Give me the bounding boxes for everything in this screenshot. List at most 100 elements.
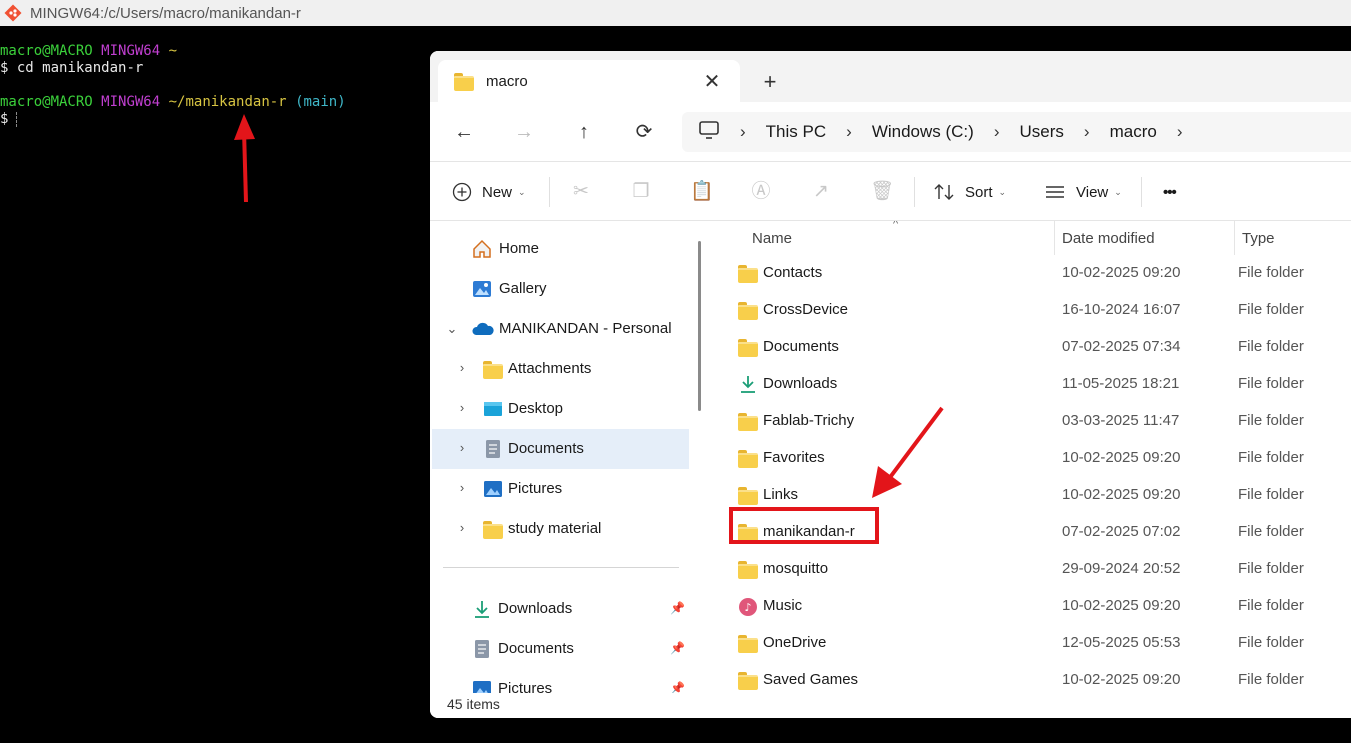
file-row[interactable]: Fablab-Trichy 03-03-2025 11:47 File folder — [710, 403, 1351, 440]
folder-icon — [738, 339, 758, 357]
new-button[interactable]: New ⌄ — [452, 162, 526, 222]
nav-item-gallery[interactable]: Gallery — [432, 269, 689, 309]
pin-icon[interactable]: 📌 — [670, 681, 685, 693]
file-row[interactable]: OneDrive 12-05-2025 05:53 File folder — [710, 625, 1351, 662]
file-row[interactable]: CrossDevice 16-10-2024 16:07 File folder — [710, 292, 1351, 329]
file-date-modified: 07-02-2025 07:34 — [1062, 338, 1181, 355]
nav-item-attachments[interactable]: › Attachments — [432, 349, 689, 389]
file-row[interactable]: Downloads 11-05-2025 18:21 File folder — [710, 366, 1351, 403]
chevron-right-icon[interactable]: › — [455, 400, 469, 415]
refresh-button[interactable]: ⟳ — [632, 120, 656, 144]
close-tab-button[interactable]: ✕ — [700, 69, 724, 94]
quick-access-pictures[interactable]: Pictures 📌 — [432, 669, 689, 693]
breadcrumb-macro[interactable]: macro — [1110, 122, 1157, 142]
sort-button[interactable]: Sort ⌄ — [933, 162, 1006, 222]
nav-divider — [443, 567, 679, 568]
up-button[interactable]: ↑ — [572, 120, 596, 144]
nav-item-pictures[interactable]: › Pictures — [432, 469, 689, 509]
paste-icon: 📋 — [690, 181, 714, 202]
quick-access-downloads[interactable]: Downloads 📌 — [432, 589, 689, 629]
nav-item-onedrive-personal[interactable]: ⌄ MANIKANDAN - Personal — [432, 309, 689, 349]
folder-icon — [738, 672, 758, 690]
file-row[interactable]: mosquitto 29-09-2024 20:52 File folder — [710, 551, 1351, 588]
tab-macro[interactable]: macro ✕ — [438, 60, 740, 102]
file-row[interactable]: Documents 07-02-2025 07:34 File folder — [710, 329, 1351, 366]
chevron-down-icon: ⌄ — [518, 186, 526, 197]
address-bar[interactable]: › This PC › Windows (C:) › Users › macro… — [682, 112, 1351, 152]
pictures-icon — [484, 481, 502, 497]
view-button[interactable]: View ⌄ — [1044, 162, 1122, 222]
terminal-cursor — [16, 111, 18, 127]
copy-button[interactable]: ❐ — [630, 162, 652, 222]
file-name: Saved Games — [763, 671, 859, 688]
folder-icon — [738, 561, 758, 579]
breadcrumb-users[interactable]: Users — [1020, 122, 1064, 142]
forward-button[interactable]: → — [512, 120, 536, 144]
file-row[interactable]: Favorites 10-02-2025 09:20 File folder — [710, 440, 1351, 477]
chevron-right-icon[interactable]: › — [1177, 122, 1183, 142]
file-date-modified: 11-05-2025 18:21 — [1062, 375, 1180, 392]
trash-icon: 🗑 — [870, 181, 895, 202]
chevron-right-icon[interactable]: › — [455, 480, 469, 495]
navigation-bar: ← → ↑ ⟳ › This PC › Windows (C:) › Users… — [430, 102, 1351, 160]
file-row[interactable]: Saved Games 10-02-2025 09:20 File folder — [710, 662, 1351, 693]
toolbar-divider — [549, 177, 550, 207]
pin-icon[interactable]: 📌 — [670, 601, 685, 615]
file-type: File folder — [1238, 671, 1304, 688]
breadcrumb-this-pc[interactable]: This PC — [766, 122, 826, 142]
nav-item-study-material[interactable]: › study material — [432, 509, 689, 549]
file-type: File folder — [1238, 338, 1304, 355]
chevron-right-icon[interactable]: › — [455, 440, 469, 455]
rename-button[interactable]: Ⓐ — [750, 162, 772, 222]
file-date-modified: 10-02-2025 09:20 — [1062, 449, 1181, 466]
chevron-down-icon[interactable]: ⌄ — [445, 321, 459, 337]
plus-circle-icon — [452, 182, 472, 202]
column-header-name[interactable]: Name — [752, 221, 792, 255]
file-date-modified: 10-02-2025 09:20 — [1062, 597, 1181, 614]
desktop-icon — [484, 402, 502, 416]
folder-icon — [483, 521, 503, 539]
file-date-modified: 10-02-2025 09:20 — [1062, 264, 1181, 281]
share-icon: ↗ — [813, 181, 829, 202]
view-label: View — [1076, 183, 1109, 201]
folder-icon — [738, 450, 758, 468]
download-icon — [475, 601, 489, 618]
file-name: Music — [763, 597, 803, 614]
file-row[interactable]: ♪ Music 10-02-2025 09:20 File folder — [710, 588, 1351, 625]
column-divider[interactable] — [1054, 221, 1055, 255]
nav-item-documents[interactable]: › Documents — [432, 429, 689, 469]
file-date-modified: 07-02-2025 07:02 — [1062, 523, 1181, 540]
folder-icon — [738, 635, 758, 653]
file-type: File folder — [1238, 375, 1304, 392]
file-type: File folder — [1238, 486, 1304, 503]
column-header-type[interactable]: Type — [1242, 221, 1275, 255]
cut-button[interactable]: ✂ — [570, 162, 592, 222]
chevron-right-icon[interactable]: › — [455, 360, 469, 375]
share-button[interactable]: ↗ — [810, 162, 832, 222]
file-row[interactable]: Contacts 10-02-2025 09:20 File folder — [710, 255, 1351, 292]
pin-icon[interactable]: 📌 — [670, 641, 685, 655]
new-tab-button[interactable]: + — [758, 69, 782, 95]
quick-access-documents[interactable]: Documents 📌 — [432, 629, 689, 669]
file-type: File folder — [1238, 264, 1304, 281]
svg-text:♪: ♪ — [744, 601, 751, 614]
delete-button[interactable]: 🗑 — [870, 162, 895, 222]
nav-item-home[interactable]: Home — [432, 229, 689, 269]
terminal-window-title: MINGW64:/c/Users/macro/manikandan-r — [30, 4, 301, 22]
more-options-button[interactable]: ••• — [1163, 162, 1177, 222]
nav-item-desktop[interactable]: › Desktop — [432, 389, 689, 429]
chevron-right-icon: › — [993, 122, 1000, 141]
gallery-icon — [473, 281, 491, 297]
paste-button[interactable]: 📋 — [690, 162, 714, 222]
back-button[interactable]: ← — [452, 120, 476, 144]
folder-icon — [738, 302, 758, 320]
view-icon — [1046, 186, 1064, 198]
column-header-date-modified[interactable]: Date modified — [1062, 221, 1155, 255]
download-icon — [738, 375, 758, 393]
nav-pane-scrollbar[interactable] — [698, 241, 701, 411]
chevron-right-icon[interactable]: › — [455, 520, 469, 535]
column-divider[interactable] — [1234, 221, 1235, 255]
documents-icon — [475, 640, 489, 658]
status-bar: 45 items — [430, 693, 1351, 718]
breadcrumb-windows-c[interactable]: Windows (C:) — [872, 122, 974, 142]
